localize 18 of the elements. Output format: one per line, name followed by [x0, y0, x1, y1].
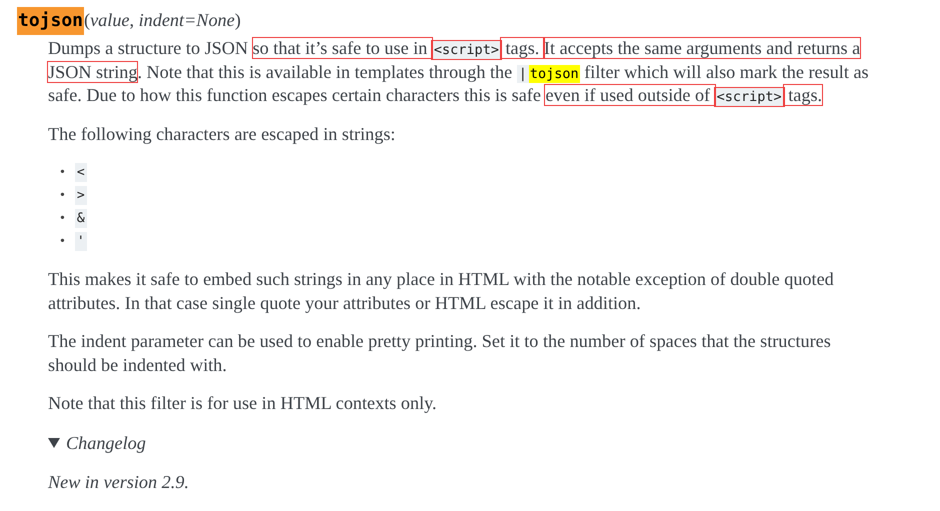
function-arguments: (value, indent=None) [84, 9, 241, 32]
bullet: • [60, 187, 65, 205]
bullet: • [60, 210, 65, 228]
version-note: New in version 2.9. [48, 470, 190, 494]
paragraph: Note that this filter is for use in HTML contexts only. [48, 392, 438, 415]
bullet: • [60, 164, 65, 182]
paragraph: This makes it safe to embed such strings in any place in HTML with the notable exception of double quoted attributes. In that case single quote your attributes or HTML escape it in addition. [48, 268, 835, 315]
function-name: tojson [17, 7, 84, 35]
changelog-toggle[interactable]: Changelog [66, 430, 146, 454]
paragraph: The indent parameter can be used to enable pretty printing. Set it to the number of spaces that the structures should be indented with. [48, 330, 832, 376]
escaped-character: > [74, 186, 87, 205]
escaped-character: & [74, 209, 87, 228]
triangle-icon[interactable] [48, 438, 60, 448]
paragraph: The following characters are escaped in strings: [48, 122, 396, 146]
escaped-character: < [74, 163, 87, 182]
bullet: • [60, 233, 65, 251]
paragraph: Dumps a structure to JSON so that it’s safe to use in <script> tags. It accepts the same arguments and returns a JSON string. Note that this is available in templates through the | tojson filter which will also mark the result as safe. Due to how this function escapes certain characters this is safe even if used outside of <script> tags. [48, 37, 870, 108]
escaped-character: ' [74, 232, 87, 251]
